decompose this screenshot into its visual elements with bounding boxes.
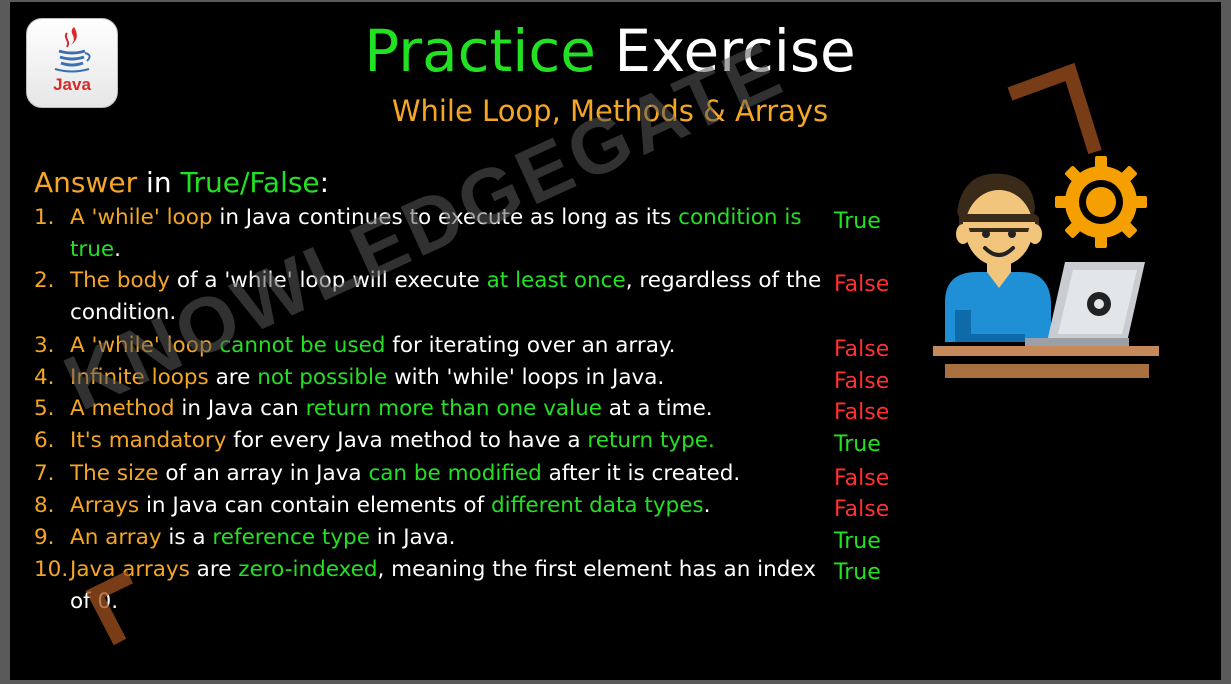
statement-number: 9. xyxy=(34,525,55,550)
desk-top xyxy=(933,346,1159,356)
statement-segment: can be modified xyxy=(368,461,542,486)
statement-segment: return type. xyxy=(587,428,715,453)
statement-item: 6. It's mandatory for every Java method t… xyxy=(34,425,824,457)
answer-2: False xyxy=(834,272,890,297)
java-logo-text: Java xyxy=(53,75,91,94)
statement-segment: An array xyxy=(70,525,162,550)
statement-segment: zero-indexed xyxy=(238,557,378,582)
statement-segment: Arrays xyxy=(70,493,140,518)
statement-segment: is a xyxy=(161,525,213,550)
answer-8: False xyxy=(834,497,890,522)
title-practice: Practice xyxy=(364,17,596,85)
answer-4: False xyxy=(834,369,890,394)
statement-number: 7. xyxy=(34,461,55,486)
answer-1: True xyxy=(834,209,881,234)
heading-true-false: True/False xyxy=(180,166,320,199)
statement-segment: in Java can contain elements of xyxy=(139,493,491,518)
statement-segment: with 'while' loops in Java. xyxy=(387,365,665,390)
statement-segment: different data types xyxy=(490,493,704,518)
statement-segment: for every Java method to have a xyxy=(226,428,588,453)
statement-segment: return more than one value xyxy=(305,396,602,421)
statement-segment: for iterating over an array. xyxy=(385,333,676,358)
statement-segment: are xyxy=(189,557,239,582)
statement-segment: at least once xyxy=(486,268,626,293)
answer-10: True xyxy=(834,560,881,585)
statement-number: 6. xyxy=(34,428,55,453)
statement-segment: reference type xyxy=(212,525,370,550)
statement-number: 8. xyxy=(34,493,55,518)
statement-segment: Java arrays xyxy=(70,557,190,582)
statement-number: 1. xyxy=(34,205,55,230)
statement-segment: . xyxy=(114,237,121,262)
slide: Java Practice Exercise While Loop, Metho… xyxy=(10,2,1221,680)
answer-9: True xyxy=(834,529,881,554)
statement-segment: not possible xyxy=(257,365,388,390)
statement-segment: The body xyxy=(70,268,170,293)
statement-segment: It's mandatory xyxy=(70,428,227,453)
statement-number: 10. xyxy=(34,557,69,582)
developer-person-icon xyxy=(945,173,1051,342)
page-title: Practice Exercise xyxy=(330,16,890,86)
statement-segment: . xyxy=(703,493,711,518)
gear-icon xyxy=(1055,156,1147,248)
java-logo: Java xyxy=(26,18,118,108)
heading-in: in xyxy=(137,166,181,199)
instructions-heading: Answer in True/False: xyxy=(34,165,329,201)
statement-segment: in Java. xyxy=(369,525,456,550)
answer-5: False xyxy=(834,400,890,425)
statement-item: 10. Java arrays are zero-indexed, meaning… xyxy=(34,554,824,618)
answer-7: False xyxy=(834,466,890,491)
statement-item: 8. Arrays in Java can contain elements of… xyxy=(34,490,824,522)
statement-item: 9. An array is a reference type in Java. xyxy=(34,522,824,554)
statement-segment: after it is created. xyxy=(541,461,741,486)
statement-segment: at a time. xyxy=(601,396,713,421)
answer-3: False xyxy=(834,337,890,362)
statement-segment: of an array in Java xyxy=(158,461,369,486)
statement-number: 5. xyxy=(34,396,55,421)
answer-6: True xyxy=(834,432,881,457)
statement-segment: A 'while' loop xyxy=(70,205,213,230)
statement-item: 7. The size of an array in Java can be mo… xyxy=(34,458,824,490)
heading-answer: Answer xyxy=(34,166,138,199)
heading-colon: : xyxy=(319,166,330,199)
statement-number: 4. xyxy=(34,365,55,390)
statement-segment: The size xyxy=(70,461,159,486)
statement-segment: in Java can xyxy=(174,396,306,421)
developer-illustration xyxy=(933,156,1159,378)
statement-number: 2. xyxy=(34,268,55,293)
desk-shelf xyxy=(945,364,1149,378)
